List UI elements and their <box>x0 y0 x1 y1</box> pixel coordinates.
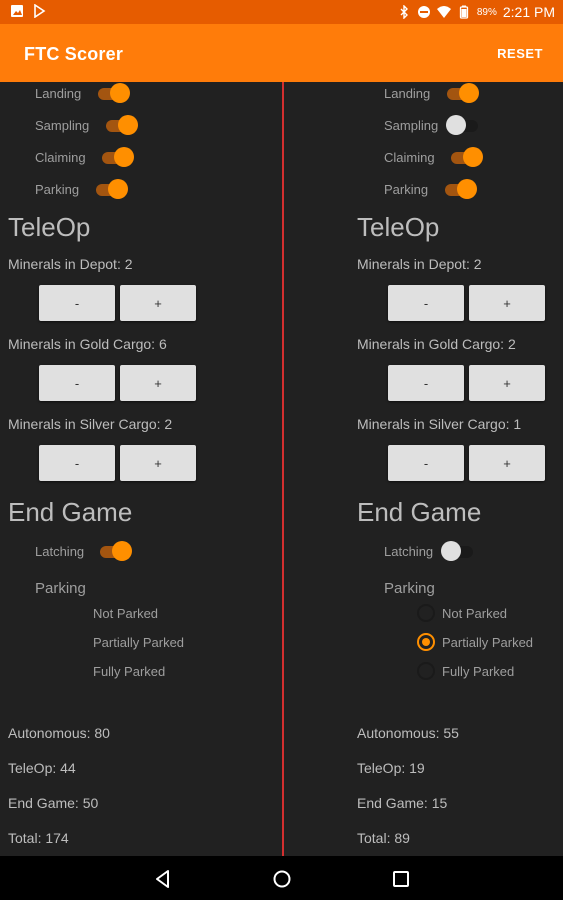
sampling-switch[interactable] <box>104 114 140 136</box>
landing-switch[interactable] <box>445 82 481 104</box>
team-panel-right: Landing Sampling Claiming Parking TeleOp… <box>349 82 563 856</box>
total-score: Total: 89 <box>357 830 410 846</box>
radio-button[interactable] <box>68 633 86 651</box>
silver-plus-button[interactable]: + <box>120 445 196 481</box>
radio-label: Not Parked <box>93 605 159 621</box>
image-icon <box>11 5 23 17</box>
radio-not-parked[interactable]: Not Parked <box>417 603 507 623</box>
parking-label: Parking <box>384 181 429 197</box>
autonomous-score: Autonomous: 80 <box>8 725 110 741</box>
endgame-parking-label: Parking <box>384 580 435 597</box>
depot-label: Minerals in Depot: 2 <box>357 256 482 272</box>
silver-cargo-label: Minerals in Silver Cargo: 1 <box>357 416 522 432</box>
auto-claiming-row: Claiming <box>35 146 86 168</box>
teleop-title: TeleOp <box>357 212 440 242</box>
radio-button[interactable] <box>68 604 86 622</box>
silver-minus-button[interactable]: - <box>388 445 464 481</box>
radio-not-parked[interactable]: Not Parked <box>68 603 158 623</box>
radio-label: Fully Parked <box>442 663 515 679</box>
home-icon[interactable] <box>271 868 293 890</box>
total-score: Total: 174 <box>8 830 69 846</box>
play-store-icon <box>34 4 46 18</box>
app-title: FTC Scorer <box>24 44 124 64</box>
app-bar: FTC Scorer RESET <box>0 24 563 82</box>
claiming-label: Claiming <box>35 149 86 165</box>
auto-claiming-row: Claiming <box>384 146 435 168</box>
back-icon[interactable] <box>152 868 174 890</box>
landing-label: Landing <box>35 85 82 101</box>
radio-label: Partially Parked <box>93 634 185 650</box>
claiming-switch[interactable] <box>100 146 136 168</box>
recents-icon[interactable] <box>390 868 412 890</box>
battery-level: 89% <box>476 6 497 18</box>
radio-label: Not Parked <box>442 605 508 621</box>
radio-fully-parked[interactable]: Fully Parked <box>417 661 514 681</box>
status-bar: 89% 2:21 PM <box>0 0 563 24</box>
battery-icon <box>459 5 468 19</box>
end-game-score: End Game: 50 <box>8 795 99 811</box>
clock: 2:21 PM <box>502 4 555 20</box>
silver-minus-button[interactable]: - <box>39 445 115 481</box>
teleop-score: TeleOp: 44 <box>8 760 76 776</box>
bluetooth-icon <box>400 5 408 19</box>
claiming-label: Claiming <box>384 149 435 165</box>
radio-button[interactable] <box>417 662 435 680</box>
silver-cargo-label: Minerals in Silver Cargo: 2 <box>8 416 173 432</box>
wifi-icon <box>436 6 451 18</box>
reset-button[interactable]: RESET <box>497 46 543 61</box>
radio-button[interactable] <box>417 633 435 651</box>
gold-plus-button[interactable]: + <box>120 365 196 401</box>
radio-label: Partially Parked <box>442 634 534 650</box>
dnd-icon <box>417 6 430 18</box>
radio-partially-parked[interactable]: Partially Parked <box>417 632 533 652</box>
teleop-score: TeleOp: 19 <box>357 760 425 776</box>
radio-button[interactable] <box>68 662 86 680</box>
radio-partially-parked[interactable]: Partially Parked <box>68 632 184 652</box>
radio-fully-parked[interactable]: Fully Parked <box>68 661 165 681</box>
gold-minus-button[interactable]: - <box>39 365 115 401</box>
sampling-label: Sampling <box>384 117 439 133</box>
auto-sampling-row: Sampling <box>35 114 89 136</box>
end-game-score: End Game: 15 <box>357 795 448 811</box>
latching-label: Latching <box>35 543 85 559</box>
team-panel-left: Landing Sampling Claiming Parking TeleOp… <box>0 82 282 856</box>
endgame-parking-label: Parking <box>35 580 86 597</box>
sampling-switch[interactable] <box>446 114 482 136</box>
auto-parking-row: Parking <box>384 178 428 200</box>
end-game-title: End Game <box>8 497 133 527</box>
sampling-label: Sampling <box>35 117 90 133</box>
gold-cargo-label: Minerals in Gold Cargo: 6 <box>8 336 167 352</box>
auto-landing-row: Landing <box>384 82 430 104</box>
teleop-title: TeleOp <box>8 212 91 242</box>
auto-sampling-row: Sampling <box>384 114 438 136</box>
landing-switch[interactable] <box>96 82 132 104</box>
depot-label: Minerals in Depot: 2 <box>8 256 133 272</box>
latching-switch[interactable] <box>98 540 134 562</box>
latching-label: Latching <box>384 543 434 559</box>
latching-row: Latching <box>384 540 433 562</box>
depot-minus-button[interactable]: - <box>388 285 464 321</box>
latching-switch[interactable] <box>441 540 477 562</box>
auto-landing-row: Landing <box>35 82 81 104</box>
autonomous-score: Autonomous: 55 <box>357 725 459 741</box>
end-game-title: End Game <box>357 497 482 527</box>
gold-cargo-label: Minerals in Gold Cargo: 2 <box>357 336 516 352</box>
depot-plus-button[interactable]: + <box>469 285 545 321</box>
parking-switch[interactable] <box>94 178 130 200</box>
gold-minus-button[interactable]: - <box>388 365 464 401</box>
radio-button[interactable] <box>417 604 435 622</box>
parking-switch[interactable] <box>443 178 479 200</box>
claiming-switch[interactable] <box>449 146 485 168</box>
silver-plus-button[interactable]: + <box>469 445 545 481</box>
latching-row: Latching <box>35 540 84 562</box>
parking-label: Parking <box>35 181 80 197</box>
landing-label: Landing <box>384 85 431 101</box>
auto-parking-row: Parking <box>35 178 79 200</box>
system-nav-bar <box>0 856 563 900</box>
radio-label: Fully Parked <box>93 663 166 679</box>
depot-minus-button[interactable]: - <box>39 285 115 321</box>
gold-plus-button[interactable]: + <box>469 365 545 401</box>
depot-plus-button[interactable]: + <box>120 285 196 321</box>
team-divider <box>282 82 284 856</box>
